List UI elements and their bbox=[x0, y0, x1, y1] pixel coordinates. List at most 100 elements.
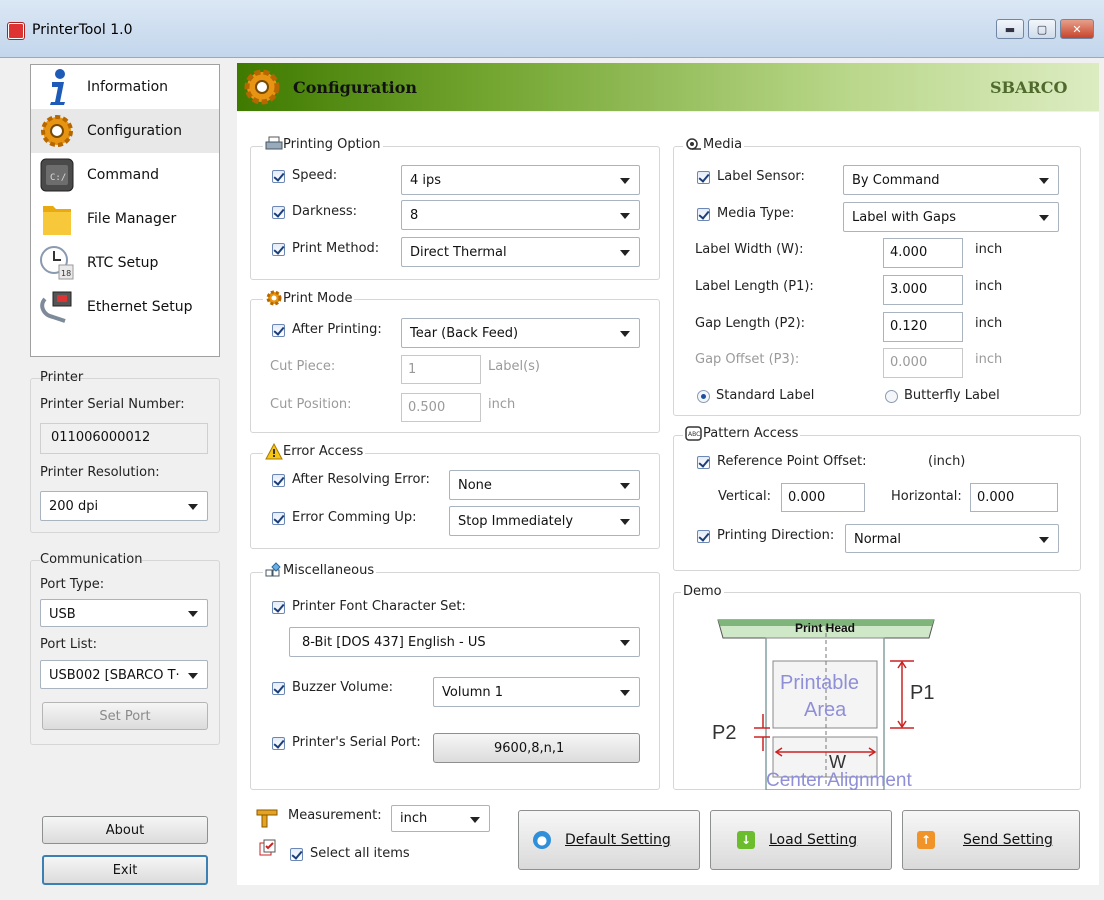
cut-position-field[interactable]: 0.500 bbox=[401, 393, 481, 422]
horizontal-field[interactable]: 0.000 bbox=[970, 483, 1058, 512]
serial-port-button[interactable]: 9600,8,n,1 bbox=[433, 733, 640, 763]
print-mode-label: Print Mode bbox=[283, 290, 353, 306]
port-type-select[interactable]: USB bbox=[40, 599, 208, 627]
network-icon bbox=[37, 288, 77, 326]
label-length-label: Label Length (P1): bbox=[695, 279, 814, 294]
app-icon bbox=[8, 23, 24, 39]
gap-length-field[interactable]: 0.120 bbox=[883, 312, 963, 342]
port-list-select[interactable]: USB002 [SBARCO T· bbox=[40, 660, 208, 689]
error-coming-checkbox[interactable] bbox=[272, 512, 285, 525]
darkness-checkbox[interactable] bbox=[272, 206, 285, 219]
resolution-label: Printer Resolution: bbox=[40, 465, 160, 480]
media-type-label: Media Type: bbox=[717, 206, 795, 221]
serial-port-label: Printer's Serial Port: bbox=[292, 735, 421, 750]
communication-group-label: Communication bbox=[40, 552, 143, 567]
print-method-checkbox[interactable] bbox=[272, 243, 285, 256]
resolution-select[interactable]: 200 dpi bbox=[40, 491, 208, 521]
header-gear-icon bbox=[240, 66, 284, 112]
print-method-select[interactable]: Direct Thermal bbox=[401, 237, 640, 267]
darkness-select[interactable]: 8 bbox=[401, 200, 640, 230]
nav-item-rtc-setup[interactable]: 18 RTC Setup bbox=[31, 241, 219, 285]
exit-button[interactable]: Exit bbox=[42, 855, 208, 885]
direction-checkbox[interactable] bbox=[697, 530, 710, 543]
maximize-button[interactable]: ▢ bbox=[1028, 19, 1056, 39]
ref-offset-label: Reference Point Offset: bbox=[717, 454, 867, 469]
label-length-unit: inch bbox=[975, 279, 1003, 294]
font-charset-checkbox[interactable] bbox=[272, 601, 285, 614]
center-alignment-label: Center Alignment bbox=[766, 770, 912, 791]
gap-offset-label: Gap Offset (P3): bbox=[695, 352, 800, 367]
nav-label: File Manager bbox=[87, 211, 177, 227]
label-width-label: Label Width (W): bbox=[695, 242, 804, 257]
nav-item-configuration[interactable]: Configuration bbox=[31, 109, 219, 153]
label-length-field[interactable]: 3.000 bbox=[883, 275, 963, 305]
load-setting-button[interactable]: ↓ Load Setting bbox=[710, 810, 892, 870]
after-printing-select[interactable]: Tear (Back Feed) bbox=[401, 318, 640, 348]
folder-icon bbox=[37, 200, 77, 238]
buzzer-checkbox[interactable] bbox=[272, 682, 285, 695]
after-resolving-select[interactable]: None bbox=[449, 470, 640, 500]
cut-piece-unit: Label(s) bbox=[488, 359, 540, 374]
default-setting-button[interactable]: ● Default Setting bbox=[518, 810, 700, 870]
nav-panel: Information Configuration C:/ Command Fi… bbox=[30, 64, 220, 357]
vertical-field[interactable]: 0.000 bbox=[781, 483, 865, 512]
gear-icon bbox=[37, 112, 77, 150]
select-all-checkbox[interactable] bbox=[290, 848, 303, 861]
svg-text:18: 18 bbox=[61, 269, 71, 278]
minimize-button[interactable]: ▬ bbox=[996, 19, 1024, 39]
printer-group-label: Printer bbox=[40, 370, 84, 385]
nav-item-command[interactable]: C:/ Command bbox=[31, 153, 219, 197]
speed-checkbox[interactable] bbox=[272, 170, 285, 183]
close-button[interactable]: ✕ bbox=[1060, 19, 1094, 39]
printer-icon bbox=[265, 136, 283, 150]
ref-offset-checkbox[interactable] bbox=[697, 456, 710, 469]
nav-item-information[interactable]: Information bbox=[31, 65, 219, 109]
standard-label-radio[interactable] bbox=[697, 390, 710, 403]
standard-label-text: Standard Label bbox=[716, 388, 815, 403]
buzzer-label: Buzzer Volume: bbox=[292, 680, 394, 695]
svg-text:ABC: ABC bbox=[688, 431, 700, 438]
after-printing-checkbox[interactable] bbox=[272, 324, 285, 337]
default-icon: ● bbox=[533, 831, 551, 849]
serial-port-checkbox[interactable] bbox=[272, 737, 285, 750]
cut-position-unit: inch bbox=[488, 397, 516, 412]
printable-label: Printable bbox=[780, 672, 859, 694]
horizontal-label: Horizontal: bbox=[891, 489, 962, 504]
font-charset-label: Printer Font Character Set: bbox=[292, 599, 466, 614]
buzzer-select[interactable]: Volumn 1 bbox=[433, 677, 640, 707]
label-sensor-checkbox[interactable] bbox=[697, 171, 710, 184]
send-icon: ↑ bbox=[917, 831, 935, 849]
after-printing-label: After Printing: bbox=[292, 322, 382, 337]
cut-position-label: Cut Position: bbox=[270, 397, 352, 412]
set-port-button[interactable]: Set Port bbox=[42, 702, 208, 730]
direction-select[interactable]: Normal bbox=[845, 524, 1059, 553]
nav-item-ethernet-setup[interactable]: Ethernet Setup bbox=[31, 285, 219, 329]
send-setting-button[interactable]: ↑ Send Setting bbox=[902, 810, 1080, 870]
media-type-select[interactable]: Label with Gaps bbox=[843, 202, 1059, 232]
media-label: Media bbox=[703, 137, 743, 152]
brand-label: SBARCO bbox=[990, 78, 1068, 97]
after-resolving-checkbox[interactable] bbox=[272, 474, 285, 487]
media-type-checkbox[interactable] bbox=[697, 208, 710, 221]
nav-label: Information bbox=[87, 79, 169, 95]
label-sensor-select[interactable]: By Command bbox=[843, 165, 1059, 195]
speed-select[interactable]: 4 ips bbox=[401, 165, 640, 195]
window-title: PrinterTool 1.0 bbox=[32, 22, 133, 38]
gap-length-label: Gap Length (P2): bbox=[695, 316, 806, 331]
label-sensor-label: Label Sensor: bbox=[717, 169, 805, 184]
label-width-field[interactable]: 4.000 bbox=[883, 238, 963, 268]
nav-item-file-manager[interactable]: File Manager bbox=[31, 197, 219, 241]
error-coming-select[interactable]: Stop Immediately bbox=[449, 506, 640, 536]
gear-icon bbox=[266, 290, 282, 306]
font-charset-select[interactable]: 8-Bit [DOS 437] English - US bbox=[289, 627, 640, 657]
send-setting-label: Send Setting bbox=[963, 832, 1053, 848]
warning-icon bbox=[265, 443, 283, 460]
butterfly-label-radio[interactable] bbox=[885, 390, 898, 403]
measurement-select[interactable]: inch bbox=[391, 805, 490, 832]
p1-label: P1 bbox=[910, 682, 935, 704]
serial-number-label: Printer Serial Number: bbox=[40, 397, 185, 412]
load-icon: ↓ bbox=[737, 831, 755, 849]
gap-offset-field[interactable]: 0.000 bbox=[883, 348, 963, 378]
cut-piece-field[interactable]: 1 bbox=[401, 355, 481, 384]
about-button[interactable]: About bbox=[42, 816, 208, 844]
